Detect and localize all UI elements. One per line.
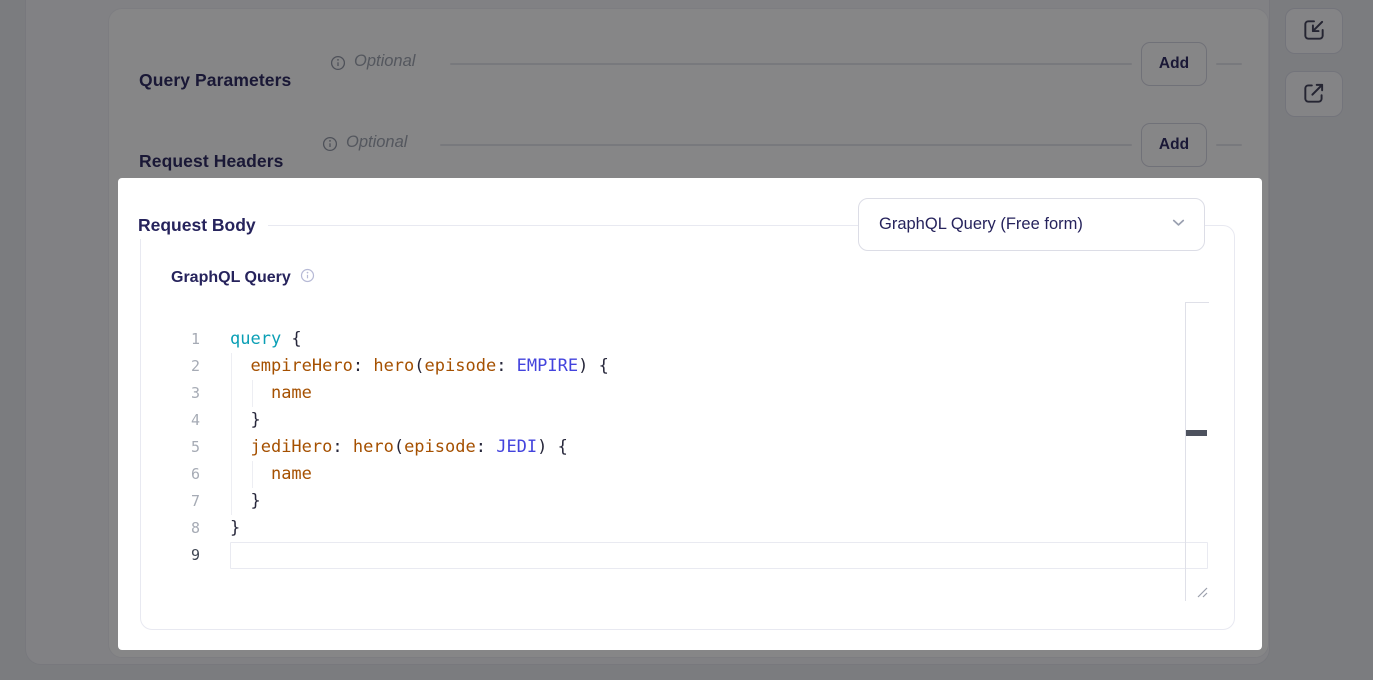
code-line: 2 empireHero: hero(episode: EMPIRE) {: [148, 353, 1208, 380]
graphql-query-label-row: GraphQL Query: [171, 268, 315, 288]
code-text: }: [200, 515, 240, 542]
body-type-select-value: GraphQL Query (Free form): [879, 215, 1169, 234]
code-line: 8}: [148, 515, 1208, 542]
code-text: name: [200, 461, 312, 488]
code-line: 5 jediHero: hero(episode: JEDI) {: [148, 434, 1208, 461]
code-line: 4 }: [148, 407, 1208, 434]
editor-scrollbar-track: [1185, 302, 1209, 601]
indent-guide: [231, 488, 232, 515]
request-builder-screen: Query Parameters Optional Add Request He…: [0, 0, 1373, 680]
active-line-highlight: [230, 542, 1208, 569]
code-line: 3 name: [148, 380, 1208, 407]
line-number: 5: [148, 434, 200, 461]
line-number: 3: [148, 380, 200, 407]
indent-guide: [252, 380, 253, 407]
line-number: 7: [148, 488, 200, 515]
line-number: 6: [148, 461, 200, 488]
indent-guide: [231, 407, 232, 434]
line-number: 4: [148, 407, 200, 434]
line-number: 1: [148, 326, 200, 353]
code-text: name: [200, 380, 312, 407]
graphql-query-label: GraphQL Query: [171, 269, 291, 287]
line-number: 8: [148, 515, 200, 542]
resize-grip-icon[interactable]: [1194, 584, 1210, 600]
indent-guide: [231, 434, 232, 461]
line-number: 9: [148, 542, 200, 569]
indent-guide: [231, 353, 232, 380]
code-line: 9: [148, 542, 1208, 569]
code-text: [200, 542, 230, 569]
chevron-down-icon: [1169, 213, 1188, 237]
code-line: 6 name: [148, 461, 1208, 488]
request-body-title: Request Body: [126, 211, 268, 239]
code-text: empireHero: hero(episode: EMPIRE) {: [200, 353, 609, 380]
request-body-spotlight: Request Body GraphQL Query (Free form) G…: [118, 178, 1262, 650]
code-line: 1query {: [148, 326, 1208, 353]
indent-guide: [231, 461, 232, 488]
code-text: jediHero: hero(episode: JEDI) {: [200, 434, 568, 461]
code-line: 7 }: [148, 488, 1208, 515]
line-number: 2: [148, 353, 200, 380]
body-type-select[interactable]: GraphQL Query (Free form): [858, 198, 1205, 251]
code-text: query {: [200, 326, 302, 353]
code-lines: 1query {2 empireHero: hero(episode: EMPI…: [148, 326, 1208, 569]
indent-guide: [252, 461, 253, 488]
editor-scrollbar-thumb[interactable]: [1186, 430, 1207, 436]
indent-guide: [231, 380, 232, 407]
info-circle-icon[interactable]: [300, 268, 315, 288]
